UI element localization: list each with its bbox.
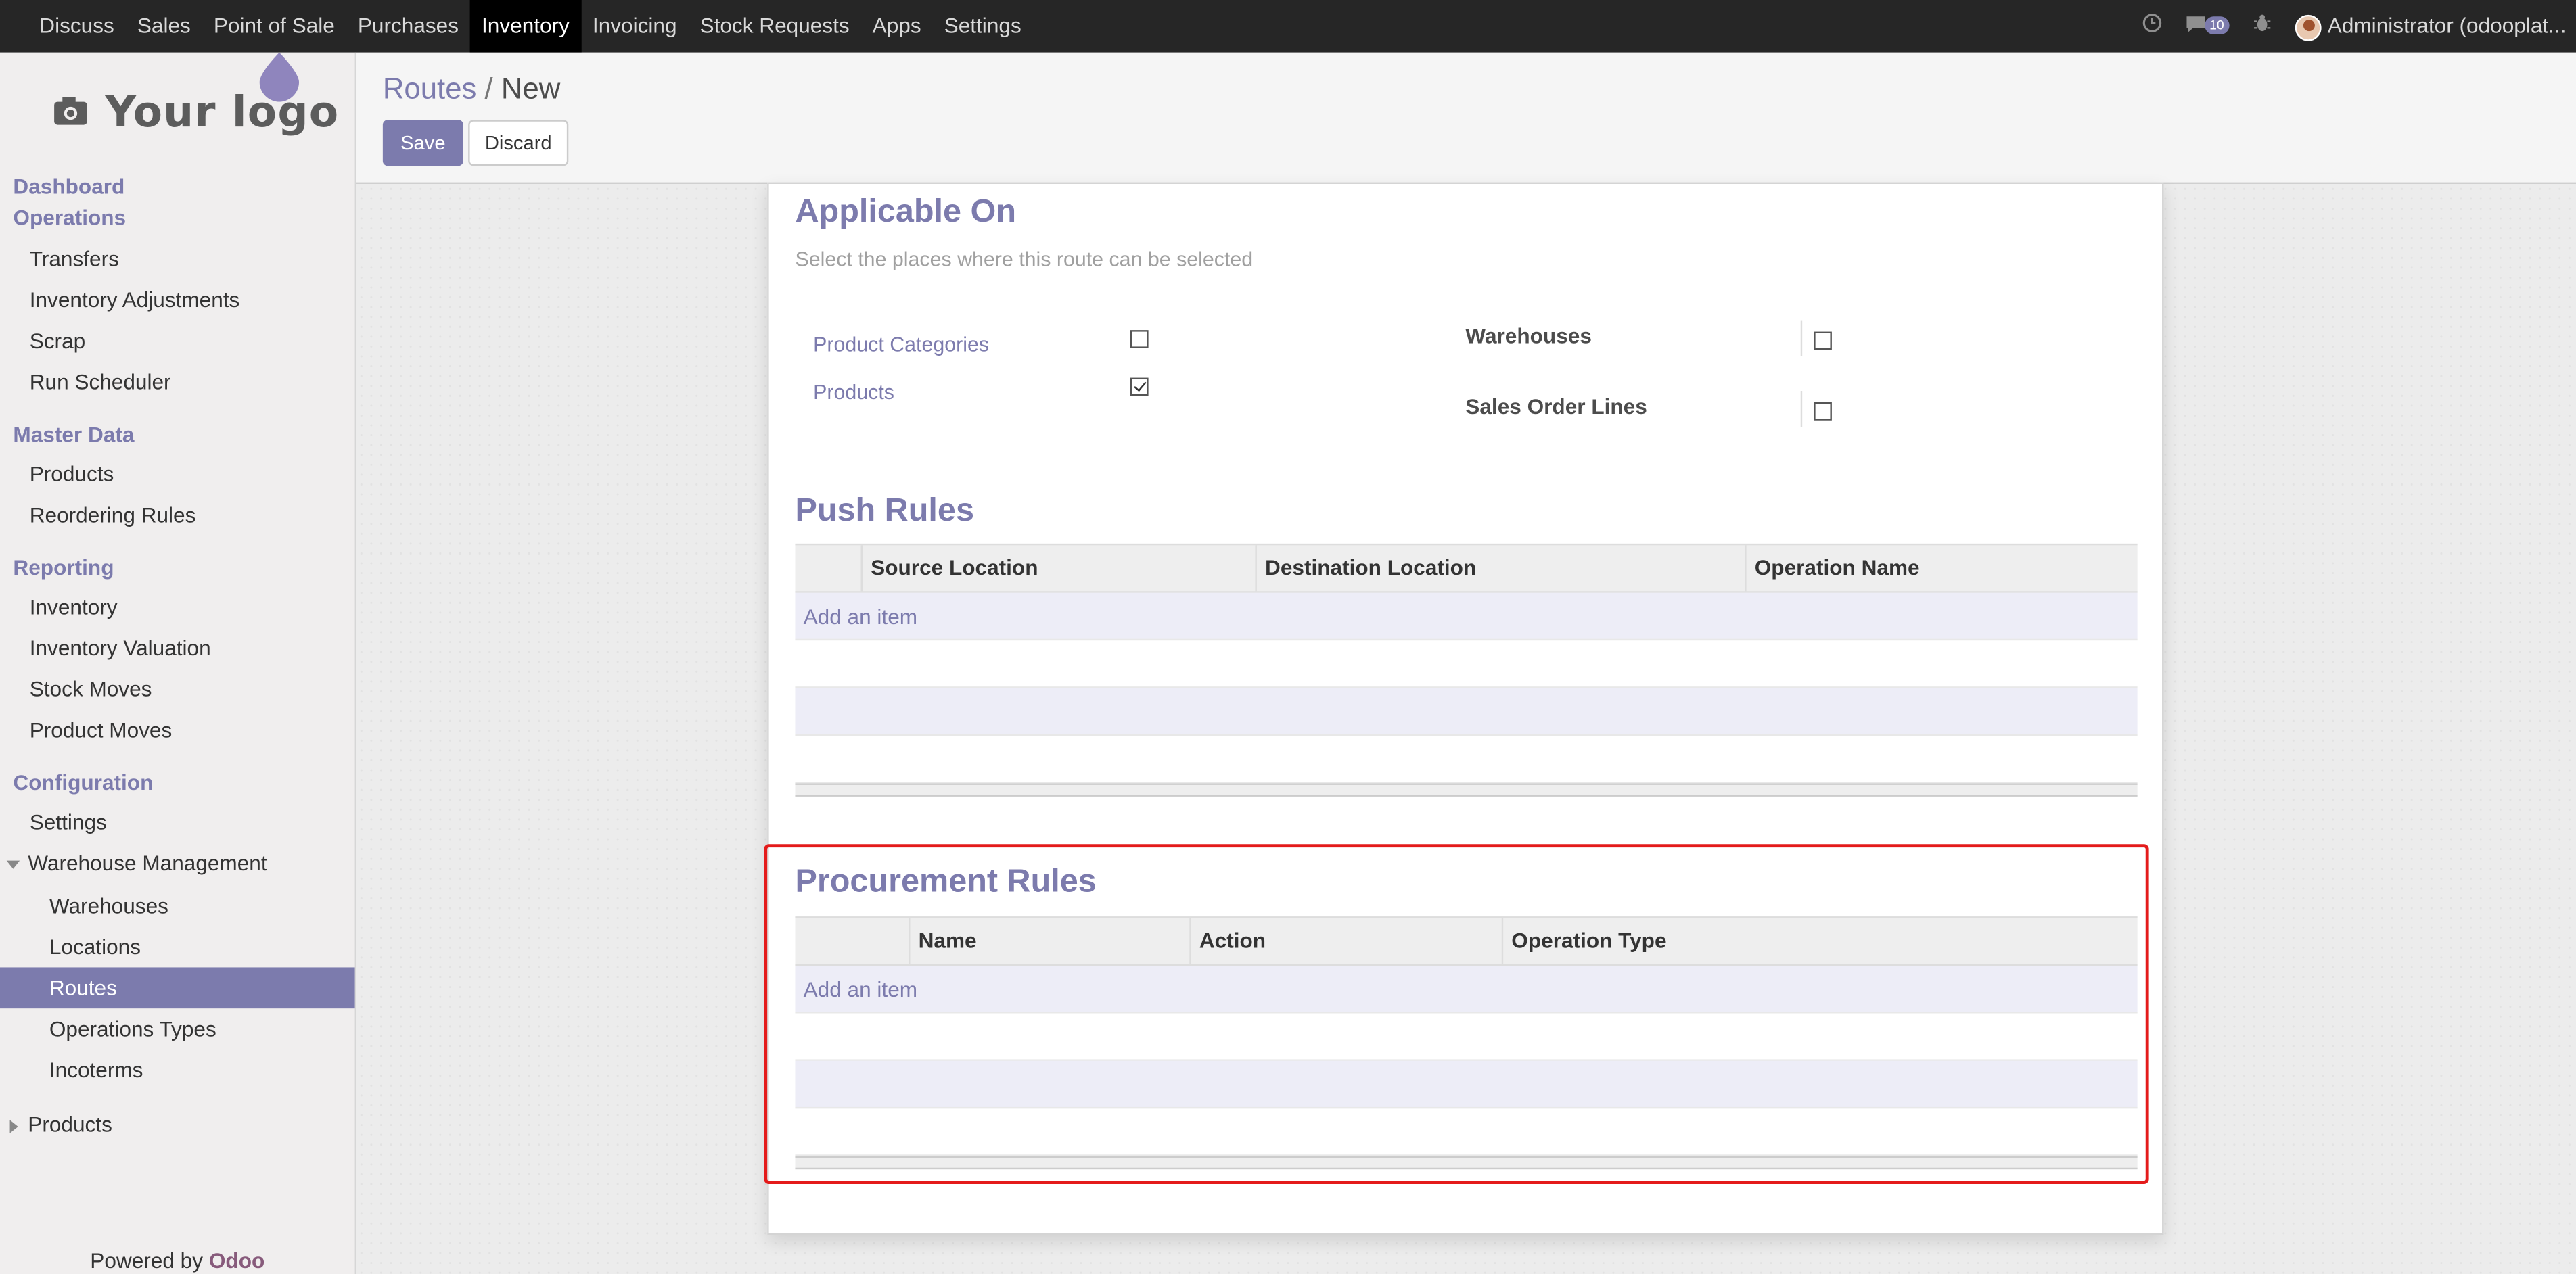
- systray: 10 Administrator (odooplat...: [2130, 0, 2576, 53]
- column-operation-type[interactable]: Operation Type: [1501, 918, 2138, 964]
- table-row: [795, 688, 2138, 736]
- table-header: Source Location Destination Location Ope…: [795, 543, 2138, 593]
- table-row: [795, 1060, 2138, 1109]
- add-push-rule-link[interactable]: Add an item: [795, 593, 2137, 640]
- sidebar-group-label: Products: [28, 1112, 112, 1137]
- logo-text: Your logo: [105, 89, 340, 139]
- sidebar-item-products[interactable]: Products: [0, 453, 355, 494]
- sidebar-item-stock-moves[interactable]: Stock Moves: [0, 668, 355, 709]
- discard-button[interactable]: Discard: [468, 120, 569, 166]
- breadcrumb-current: New: [501, 72, 561, 105]
- breadcrumb-routes[interactable]: Routes: [383, 72, 477, 105]
- odoo-link[interactable]: Odoo: [209, 1248, 264, 1273]
- sidebar-item-inventory-valuation[interactable]: Inventory Valuation: [0, 628, 355, 669]
- nav-stock-requests[interactable]: Stock Requests: [689, 0, 861, 53]
- form-view: Applicable On Select the places where th…: [356, 182, 2576, 1274]
- save-button[interactable]: Save: [382, 120, 463, 166]
- sidebar-item-transfers[interactable]: Transfers: [0, 238, 355, 279]
- nav-sales[interactable]: Sales: [126, 0, 202, 53]
- nav-invoicing[interactable]: Invoicing: [581, 0, 689, 53]
- procurement-rules-title: Procurement Rules: [795, 864, 1097, 900]
- table-footer: [795, 1156, 2138, 1170]
- applicable-on-hint: Select the places where this route can b…: [795, 247, 1254, 271]
- sidebar-group-label: Warehouse Management: [28, 851, 267, 876]
- control-panel: Routes / New Save Discard: [356, 52, 2576, 185]
- app-menu: Discuss Sales Point of Sale Purchases In…: [28, 0, 1032, 53]
- powered-prefix: Powered by: [90, 1248, 204, 1273]
- nav-inventory[interactable]: Inventory: [470, 0, 581, 53]
- table-row: [795, 1013, 2138, 1061]
- sidebar-item-incoterms[interactable]: Incoterms: [0, 1049, 355, 1091]
- top-navbar: Discuss Sales Point of Sale Purchases In…: [0, 0, 2576, 53]
- applicable-on-title: Applicable On: [795, 193, 1017, 231]
- sidebar-item-locations[interactable]: Locations: [0, 926, 355, 968]
- sidebar-group-warehouse-management[interactable]: Warehouse Management: [0, 843, 355, 884]
- company-logo: Your logo: [0, 52, 355, 158]
- sidebar-group-products[interactable]: Products: [0, 1104, 355, 1145]
- nav-apps[interactable]: Apps: [861, 0, 933, 53]
- breadcrumb: Routes / New: [383, 72, 560, 107]
- chevron-down-icon: [6, 860, 20, 869]
- breadcrumb-separator: /: [484, 72, 493, 105]
- products-label: Products: [813, 381, 894, 404]
- column-source-location[interactable]: Source Location: [860, 545, 1256, 592]
- camera-icon: [54, 97, 87, 125]
- sidebar-item-operations-types[interactable]: Operations Types: [0, 1008, 355, 1049]
- bug-icon[interactable]: [2240, 0, 2283, 53]
- sidebar-menu: Dashboard Operations Transfers Inventory…: [0, 172, 355, 1145]
- table-row: Add an item: [795, 592, 2138, 641]
- sidebar-item-run-scheduler[interactable]: Run Scheduler: [0, 361, 355, 402]
- warehouses-label: Warehouses: [1465, 323, 1592, 348]
- field-separator: [1800, 320, 1803, 357]
- nav-purchases[interactable]: Purchases: [346, 0, 470, 53]
- table-row: [795, 640, 2138, 688]
- table-header: Name Action Operation Type: [795, 916, 2138, 966]
- column-operation-name[interactable]: Operation Name: [1745, 545, 2137, 592]
- table-footer: [795, 783, 2138, 797]
- form-sheet: Applicable On Select the places where th…: [767, 182, 2164, 1235]
- sidebar-item-reordering-rules[interactable]: Reordering Rules: [0, 494, 355, 536]
- products-checkbox[interactable]: [1130, 377, 1149, 396]
- add-procurement-rule-link[interactable]: Add an item: [795, 966, 2137, 1013]
- sidebar-section-dashboard[interactable]: Dashboard: [0, 172, 355, 203]
- message-count-badge: 10: [2204, 16, 2230, 35]
- push-rules-table: Source Location Destination Location Ope…: [795, 543, 2138, 797]
- nav-point-of-sale[interactable]: Point of Sale: [202, 0, 346, 53]
- sidebar-item-inventory-adjustments[interactable]: Inventory Adjustments: [0, 279, 355, 321]
- powered-by: Powered by Odoo: [0, 1248, 355, 1274]
- activity-clock-icon[interactable]: [2130, 0, 2173, 53]
- sidebar-item-inventory-report[interactable]: Inventory: [0, 586, 355, 628]
- nav-discuss[interactable]: Discuss: [28, 0, 126, 53]
- nav-settings[interactable]: Settings: [933, 0, 1033, 53]
- avatar: [2295, 14, 2322, 41]
- sidebar-item-warehouses[interactable]: Warehouses: [0, 885, 355, 926]
- warehouses-checkbox[interactable]: [1814, 331, 1832, 350]
- sales-order-lines-checkbox[interactable]: [1814, 402, 1832, 421]
- push-rules-title: Push Rules: [795, 492, 974, 529]
- column-destination-location[interactable]: Destination Location: [1255, 545, 1745, 592]
- product-categories-label: Product Categories: [813, 333, 990, 357]
- sidebar-section-operations[interactable]: Operations: [0, 203, 355, 233]
- column-name[interactable]: Name: [908, 918, 1189, 964]
- sidebar-item-routes[interactable]: Routes: [0, 967, 355, 1009]
- messages-icon[interactable]: 10: [2173, 0, 2240, 53]
- user-menu[interactable]: Administrator (odooplat...: [2283, 0, 2566, 53]
- sidebar-item-settings[interactable]: Settings: [0, 801, 355, 843]
- sidebar-section-master-data[interactable]: Master Data: [0, 417, 355, 453]
- sidebar-item-scrap[interactable]: Scrap: [0, 321, 355, 362]
- sidebar: Your logo Dashboard Operations Transfers…: [0, 52, 357, 1274]
- user-name: Administrator (odooplat...: [2327, 13, 2567, 38]
- table-row: [795, 736, 2138, 784]
- table-row: Add an item: [795, 966, 2138, 1014]
- sidebar-section-reporting[interactable]: Reporting: [0, 550, 355, 586]
- chevron-right-icon: [9, 1119, 18, 1133]
- column-action[interactable]: Action: [1189, 918, 1501, 964]
- field-separator: [1800, 391, 1803, 427]
- sidebar-item-product-moves[interactable]: Product Moves: [0, 709, 355, 751]
- sidebar-section-configuration[interactable]: Configuration: [0, 765, 355, 801]
- sales-order-lines-label: Sales Order Lines: [1465, 394, 1647, 419]
- table-row: [795, 1108, 2138, 1156]
- procurement-rules-table: Name Action Operation Type Add an item: [795, 916, 2138, 1170]
- product-categories-checkbox[interactable]: [1130, 330, 1149, 348]
